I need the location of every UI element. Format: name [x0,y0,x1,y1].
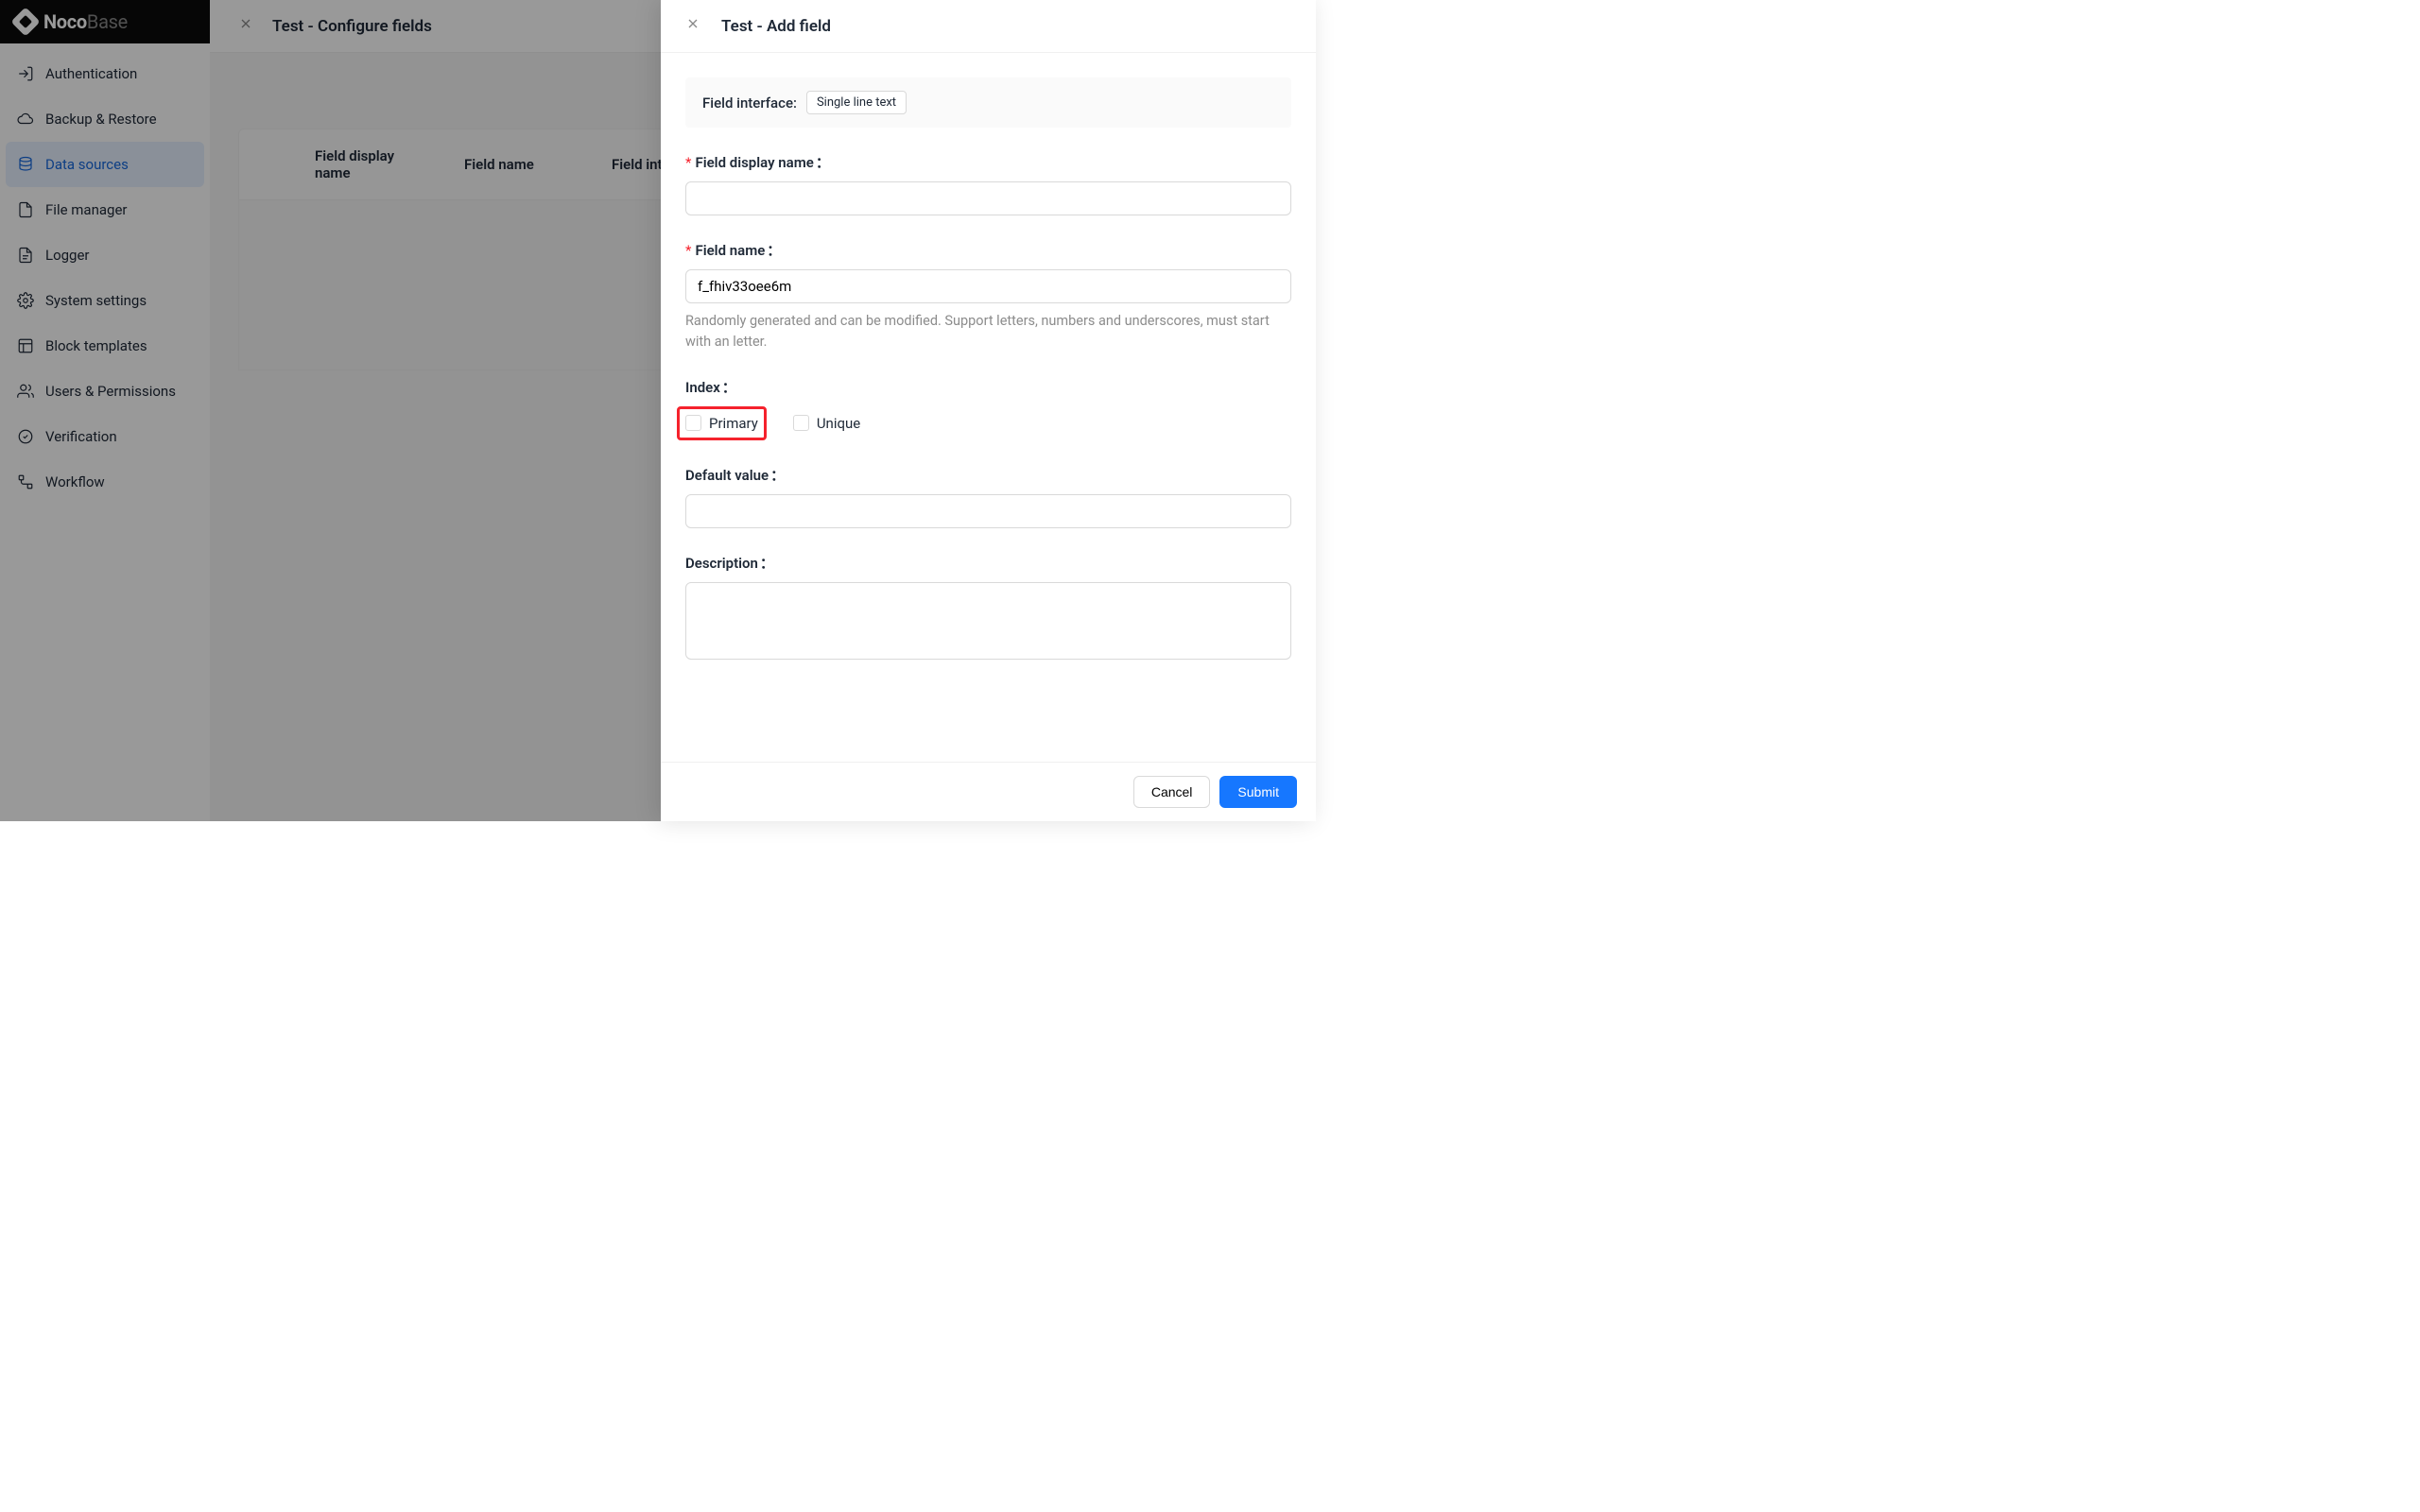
checkbox-label: Primary [709,415,758,432]
drawer-title: Test - Add field [721,17,831,36]
label-text: Field display name [695,154,813,171]
description-label: Description： [685,553,1291,573]
unique-checkbox-item[interactable]: Unique [787,409,866,438]
checkbox-label: Unique [817,415,860,432]
drawer-add-field: Test - Add field Field interface: Single… [661,0,1316,821]
default-value-label: Default value： [685,465,1291,485]
display-name-label: *Field display name： [685,152,1291,172]
modal-backdrop[interactable] [0,0,661,821]
field-name-input[interactable] [685,269,1291,303]
field-name-help: Randomly generated and can be modified. … [685,311,1291,352]
label-text: Field name [695,242,765,259]
form-group-display-name: *Field display name： [685,152,1291,215]
field-interface-chip[interactable]: Single line text [806,91,907,114]
index-label: Index： [685,377,1291,397]
field-interface-row: Field interface: Single line text [685,77,1291,128]
required-mark: * [685,242,691,259]
drawer-body: Field interface: Single line text *Field… [661,53,1316,762]
submit-button[interactable]: Submit [1219,776,1297,808]
label-text: Description [685,555,758,572]
drawer-footer: Cancel Submit [661,762,1316,821]
form-group-description: Description： [685,553,1291,663]
primary-checkbox-item[interactable]: Primary [677,406,767,440]
close-icon[interactable] [685,16,700,36]
field-interface-label: Field interface: [702,94,797,112]
cancel-button[interactable]: Cancel [1133,776,1211,808]
label-text: Default value [685,467,769,484]
index-checkbox-row: Primary Unique [685,406,1291,440]
display-name-input[interactable] [685,181,1291,215]
checkbox-icon [793,415,809,431]
form-group-index: Index： Primary Unique [685,377,1291,440]
default-value-input[interactable] [685,494,1291,528]
label-text: Index [685,379,720,396]
description-textarea[interactable] [685,582,1291,660]
required-mark: * [685,154,691,171]
form-group-field-name: *Field name： Randomly generated and can … [685,240,1291,352]
field-name-label: *Field name： [685,240,1291,260]
checkbox-icon [685,415,701,431]
drawer-header: Test - Add field [661,0,1316,53]
form-group-default-value: Default value： [685,465,1291,528]
